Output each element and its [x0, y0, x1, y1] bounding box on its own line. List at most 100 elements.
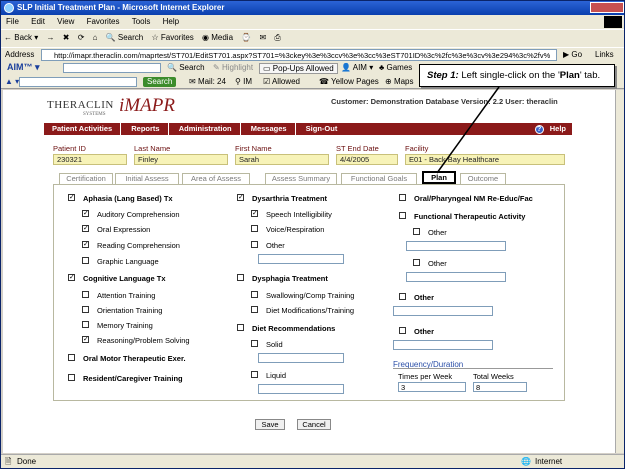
reading-checkbox[interactable]: ✓	[82, 241, 89, 248]
functional-other1-checkbox[interactable]	[413, 228, 420, 235]
tab-certification[interactable]: Certification	[59, 173, 113, 184]
aim-search-button[interactable]: 🔍 Search	[167, 63, 205, 72]
liquid-input[interactable]	[258, 384, 344, 394]
app-nav-bar: Patient Activities Reports Administratio…	[44, 123, 572, 135]
last-name-value: Finley	[134, 154, 228, 165]
dysarthria-other-checkbox[interactable]	[251, 241, 258, 248]
mail-icon[interactable]: ✉	[256, 30, 269, 46]
functional-checkbox[interactable]	[399, 212, 406, 219]
stop-icon[interactable]: ✖	[60, 30, 73, 46]
address-input[interactable]: http://imapr.theraclin.com/maprtest/ST70…	[41, 49, 557, 61]
dysarthria-other-input[interactable]	[258, 254, 344, 264]
allowed-button[interactable]: ☑ Allowed	[263, 77, 300, 86]
save-button[interactable]: Save	[255, 419, 285, 430]
menu-view[interactable]: View	[52, 15, 79, 29]
functional-other2-checkbox[interactable]	[413, 259, 420, 266]
speech-checkbox[interactable]: ✓	[251, 210, 258, 217]
other2-input[interactable]	[393, 340, 493, 350]
auditory-label: Auditory Comprehension	[97, 210, 180, 219]
other1-checkbox[interactable]	[399, 293, 406, 300]
auditory-checkbox[interactable]: ✓	[82, 210, 89, 217]
search-button[interactable]: 🔍 Search	[103, 30, 147, 46]
aim-search-input[interactable]	[63, 63, 161, 73]
links-search-button[interactable]: Search	[143, 77, 177, 87]
nav-patient-activities[interactable]: Patient Activities	[44, 123, 122, 135]
back-button[interactable]: ← Back ▾	[1, 30, 41, 46]
functional-other2-input[interactable]	[406, 272, 506, 282]
cognitive-checkbox[interactable]: ✓	[68, 274, 75, 281]
graphic-label: Graphic Language	[97, 257, 159, 266]
diet-rec-label: Diet Recommendations	[252, 324, 336, 333]
liquid-checkbox[interactable]	[251, 371, 258, 378]
im-button[interactable]: ⚲ IM	[235, 77, 252, 86]
attention-checkbox[interactable]	[82, 291, 89, 298]
cancel-button[interactable]: Cancel	[297, 419, 331, 430]
frequency-divider	[393, 368, 553, 369]
dysarthria-other-label: Other	[266, 241, 285, 250]
functional-other1-input[interactable]	[406, 241, 506, 251]
links-dropdown[interactable]	[19, 77, 137, 87]
times-per-week-label: Times per Week	[398, 372, 453, 381]
tab-functional-goals[interactable]: Functional Goals	[341, 173, 417, 184]
aim-logo[interactable]: AIM™ ▾	[7, 62, 40, 73]
history-icon[interactable]: ⌚	[238, 30, 254, 46]
aol-icon[interactable]: ▲ ▾	[5, 77, 19, 86]
vertical-scrollbar[interactable]	[615, 90, 624, 453]
other1-input[interactable]	[393, 306, 493, 316]
tab-assess-summary[interactable]: Assess Summary	[265, 173, 337, 184]
aphasia-checkbox[interactable]: ✓	[68, 194, 75, 201]
times-per-week-input[interactable]: 3	[398, 382, 466, 392]
graphic-checkbox[interactable]	[82, 257, 89, 264]
mail-button[interactable]: ✉ Mail: 24	[189, 77, 226, 86]
tab-area-of-assess[interactable]: Area of Assess	[182, 173, 250, 184]
menu-file[interactable]: File	[1, 15, 24, 29]
tab-outcome[interactable]: Outcome	[460, 173, 506, 184]
diet-mod-checkbox[interactable]	[251, 306, 258, 313]
menu-help[interactable]: Help	[158, 15, 184, 29]
oral-motor-checkbox[interactable]	[68, 354, 75, 361]
reasoning-checkbox[interactable]: ✓	[82, 336, 89, 343]
window-controls[interactable]	[590, 2, 624, 13]
popups-button[interactable]: ▭ Pop-Ups Allowed	[259, 63, 338, 74]
menu-favorites[interactable]: Favorites	[82, 15, 125, 29]
nav-reports[interactable]: Reports	[123, 123, 169, 135]
dysarthria-checkbox[interactable]: ✓	[237, 194, 244, 201]
go-button[interactable]: ▶ Go	[563, 48, 582, 61]
nav-administration[interactable]: Administration	[171, 123, 241, 135]
orientation-checkbox[interactable]	[82, 306, 89, 313]
media-button[interactable]: ◉ Media	[199, 30, 236, 46]
refresh-icon[interactable]: ⟳	[75, 30, 88, 46]
help-button[interactable]: ? Help	[534, 123, 566, 135]
menu-tools[interactable]: Tools	[127, 15, 156, 29]
menu-edit[interactable]: Edit	[26, 15, 50, 29]
nav-sign-out[interactable]: Sign-Out	[298, 123, 346, 135]
aim-menu-button[interactable]: 👤 AIM ▾	[341, 63, 373, 72]
forward-icon[interactable]: →	[44, 30, 58, 46]
games-button[interactable]: ♣ Games	[379, 63, 412, 72]
highlight-button[interactable]: ✎ Highlight	[213, 63, 253, 72]
print-icon[interactable]: ⎙	[271, 30, 283, 46]
tab-initial-assess[interactable]: Initial Assess	[115, 173, 179, 184]
total-weeks-input[interactable]: 8	[473, 382, 527, 392]
maps-button[interactable]: ⊕ Maps	[385, 77, 414, 86]
other1-label: Other	[414, 293, 435, 302]
oral-motor-label: Oral Motor Therapeutic Exer.	[83, 354, 186, 363]
yellow-pages-button[interactable]: ☎ Yellow Pages	[319, 77, 379, 86]
nav-messages[interactable]: Messages	[243, 123, 296, 135]
swallowing-checkbox[interactable]	[251, 291, 258, 298]
memory-checkbox[interactable]	[82, 321, 89, 328]
other2-checkbox[interactable]	[399, 327, 406, 334]
diet-rec-checkbox[interactable]	[237, 324, 244, 331]
oral-expression-checkbox[interactable]: ✓	[82, 225, 89, 232]
resident-checkbox[interactable]	[68, 374, 75, 381]
links-label[interactable]: Links	[595, 48, 614, 61]
total-weeks-label: Total Weeks	[473, 372, 514, 381]
oral-pharyngeal-checkbox[interactable]	[399, 194, 406, 201]
voice-checkbox[interactable]	[251, 225, 258, 232]
solid-checkbox[interactable]	[251, 340, 258, 347]
dysphagia-checkbox[interactable]	[237, 274, 244, 281]
solid-input[interactable]	[258, 353, 344, 363]
tab-plan[interactable]: Plan	[422, 171, 456, 184]
home-icon[interactable]: ⌂	[90, 30, 101, 46]
favorites-button[interactable]: ☆ Favorites	[148, 30, 196, 46]
